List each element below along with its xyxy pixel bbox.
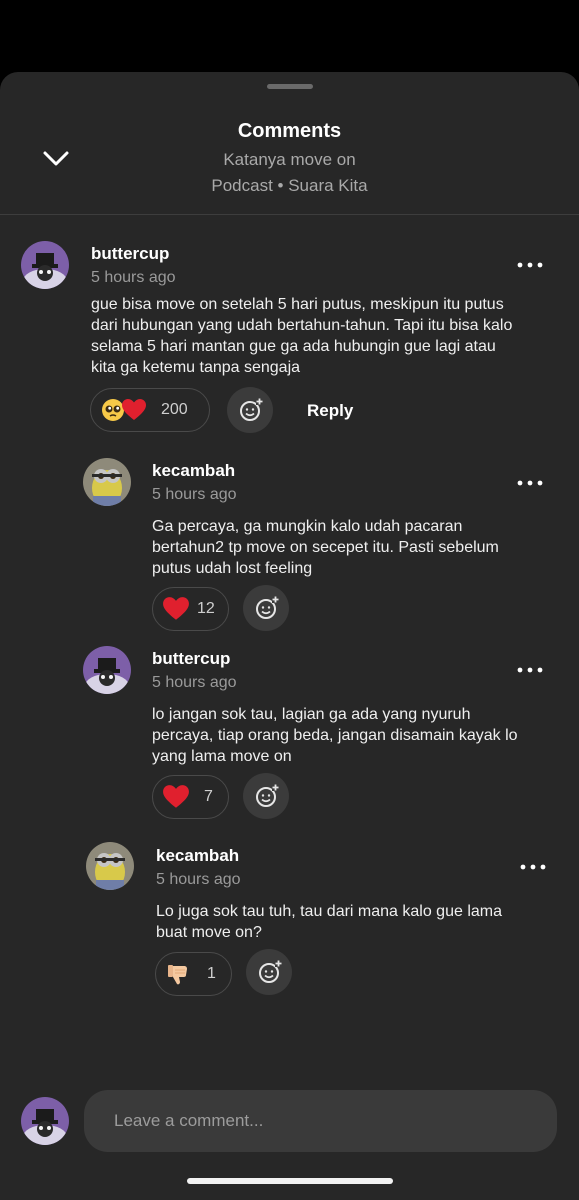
reaction-count: 7 bbox=[204, 788, 213, 805]
add-reaction-button[interactable] bbox=[227, 387, 273, 433]
comment-text-line: selama 5 hari mantan gue ga ada hubungin… bbox=[91, 338, 496, 355]
comment-timestamp: 5 hours ago bbox=[91, 269, 176, 286]
add-reaction-icon bbox=[256, 596, 279, 619]
red-heart-emoji bbox=[163, 597, 189, 620]
add-reaction-icon bbox=[259, 960, 282, 983]
reply-button[interactable]: Reply bbox=[307, 401, 353, 421]
reaction-pill[interactable]: 200 bbox=[90, 388, 210, 432]
more-button[interactable] bbox=[518, 857, 548, 877]
comment-text-line: bertahun2 tp move on secepet itu. Pasti … bbox=[152, 539, 499, 556]
add-reaction-button[interactable] bbox=[243, 585, 289, 631]
comment-text: gue bisa move on setelah 5 hari putus, m… bbox=[91, 294, 571, 378]
comment-text-line: putus udah lost feeling bbox=[152, 560, 313, 577]
comment-username[interactable]: kecambah bbox=[156, 846, 239, 866]
red-heart-emoji bbox=[122, 399, 146, 420]
comment-text: Ga percaya, ga mungkin kalo udah pacaran… bbox=[152, 516, 572, 579]
comment-username[interactable]: buttercup bbox=[152, 649, 230, 669]
comment-username[interactable]: buttercup bbox=[91, 244, 169, 264]
comment-timestamp: 5 hours ago bbox=[152, 486, 237, 503]
comment-text-line: buat move on? bbox=[156, 924, 262, 941]
current-user-avatar bbox=[21, 1097, 69, 1145]
thumbs-down-emoji bbox=[168, 965, 187, 985]
comment-timestamp: 5 hours ago bbox=[156, 871, 241, 888]
comment-text-line: lo jangan sok tau, lagian ga ada yang ny… bbox=[152, 706, 471, 723]
comment-text-line: Ga percaya, ga mungkin kalo udah pacaran bbox=[152, 518, 463, 535]
home-indicator[interactable] bbox=[187, 1178, 393, 1184]
more-horizontal-icon bbox=[520, 864, 546, 870]
avatar[interactable] bbox=[21, 241, 69, 289]
comments-header: Comments Katanya move on Podcast • Suara… bbox=[0, 72, 579, 215]
comment-text-line: Lo juga sok tau tuh, tau dari mana kalo … bbox=[156, 903, 502, 920]
more-horizontal-icon bbox=[517, 262, 543, 268]
avatar[interactable] bbox=[83, 646, 131, 694]
comment-text-line: kita ga ketemu tanpa sengaja bbox=[91, 359, 301, 376]
comment-text-line: gue bisa move on setelah 5 hari putus, m… bbox=[91, 296, 504, 313]
more-button[interactable] bbox=[515, 660, 545, 680]
episode-title: Katanya move on bbox=[223, 150, 356, 169]
add-reaction-icon bbox=[256, 784, 279, 807]
page-title: Comments bbox=[237, 120, 342, 142]
comment-username[interactable]: kecambah bbox=[152, 461, 235, 481]
more-button[interactable] bbox=[515, 473, 545, 493]
avatar[interactable] bbox=[86, 842, 134, 890]
comment-text-line: yang lama move on bbox=[152, 748, 292, 765]
comment-text: Lo juga sok tau tuh, tau dari mana kalo … bbox=[156, 901, 566, 943]
avatar[interactable] bbox=[83, 458, 131, 506]
comment-text-line: dari hubungan yang udah bertahun-tahun. … bbox=[91, 317, 513, 334]
add-reaction-button[interactable] bbox=[246, 949, 292, 995]
add-reaction-icon bbox=[240, 398, 263, 421]
comment-input-placeholder: Leave a comment... bbox=[114, 1111, 264, 1130]
red-heart-emoji bbox=[163, 785, 189, 808]
comments-sheet: Comments Katanya move on Podcast • Suara… bbox=[0, 72, 579, 1200]
comment-input[interactable]: Leave a comment... bbox=[84, 1090, 557, 1152]
reaction-count: 12 bbox=[197, 600, 215, 617]
reaction-count: 200 bbox=[161, 401, 188, 418]
reaction-pill[interactable]: 1 bbox=[155, 952, 232, 996]
reaction-count: 1 bbox=[207, 965, 216, 982]
comment-timestamp: 5 hours ago bbox=[152, 674, 237, 691]
podcast-name: Podcast • Suara Kita bbox=[211, 176, 368, 195]
more-horizontal-icon bbox=[517, 667, 543, 673]
reaction-pill[interactable]: 12 bbox=[152, 587, 229, 631]
more-horizontal-icon bbox=[517, 480, 543, 486]
comment-text-line: percaya, tiap orang beda, jangan disamai… bbox=[152, 727, 518, 744]
comment-text: lo jangan sok tau, lagian ga ada yang ny… bbox=[152, 704, 572, 767]
more-button[interactable] bbox=[515, 255, 545, 275]
reaction-pill[interactable]: 7 bbox=[152, 775, 229, 819]
add-reaction-button[interactable] bbox=[243, 773, 289, 819]
